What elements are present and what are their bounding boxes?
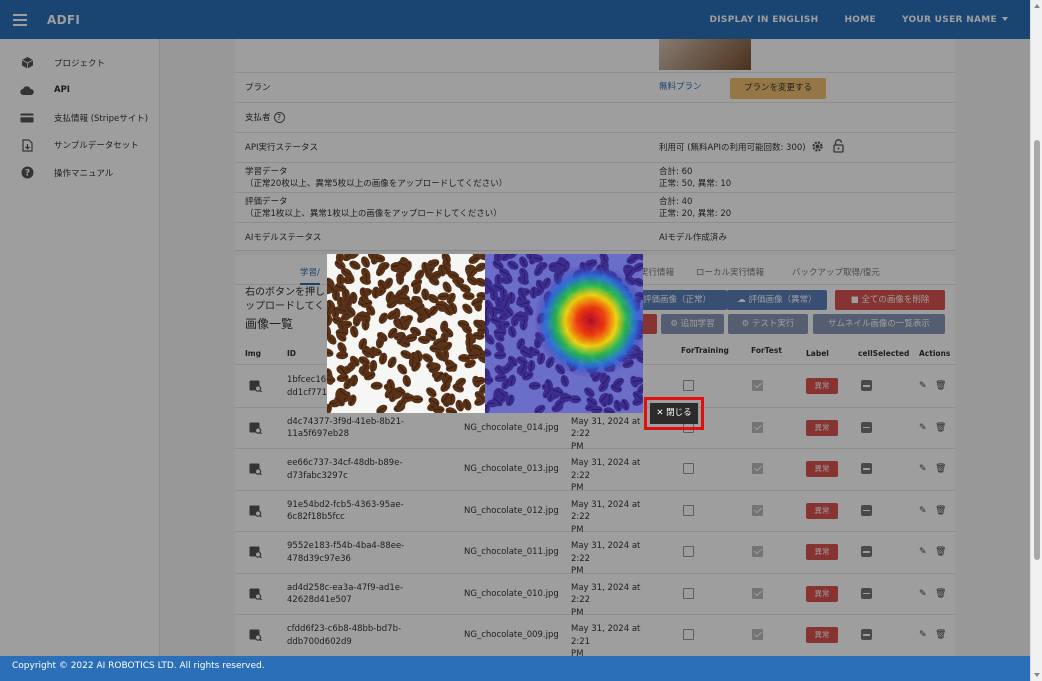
scroll-up-arrow-icon[interactable]: [1034, 4, 1040, 8]
footer: Copyright © 2022 AI ROBOTICS LTD. All ri…: [0, 656, 1030, 681]
close-icon: ✕: [656, 408, 667, 418]
close-label: 閉じる: [666, 408, 692, 418]
vertical-scrollbar[interactable]: [1030, 0, 1042, 681]
scroll-down-arrow-icon[interactable]: [1034, 673, 1040, 677]
scrollbar-thumb[interactable]: [1034, 140, 1040, 560]
heatmap-overlay: [485, 254, 643, 413]
heatmap-image: [485, 254, 643, 413]
close-modal-button[interactable]: ✕ 閉じる: [644, 397, 704, 430]
coffee-bean: [376, 404, 388, 413]
original-image: [327, 254, 485, 413]
close-button-inner: ✕ 閉じる: [650, 403, 698, 424]
